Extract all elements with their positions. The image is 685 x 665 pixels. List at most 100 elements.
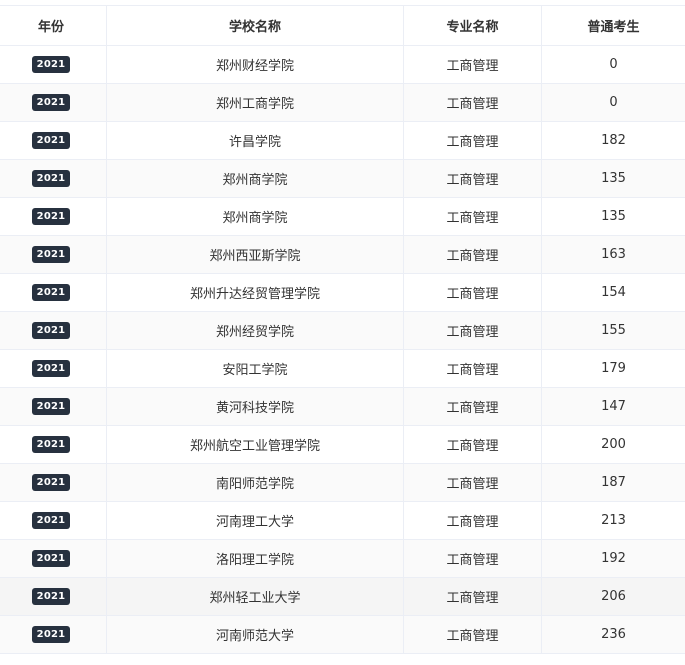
- school-cell: 郑州工商学院: [106, 83, 404, 122]
- year-badge: 2021: [31, 56, 71, 73]
- table-row: 2021 郑州升达经贸管理学院 工商管理 154: [0, 273, 685, 312]
- table-row: 2021 安阳工学院 工商管理 179: [0, 349, 685, 388]
- year-cell: 2021: [0, 577, 107, 616]
- year-badge: 2021: [31, 474, 71, 491]
- school-cell: 河南理工大学: [106, 501, 404, 540]
- year-badge: 2021: [31, 94, 71, 111]
- year-badge: 2021: [31, 550, 71, 567]
- count-cell: 0: [541, 45, 685, 84]
- year-cell: 2021: [0, 387, 107, 426]
- year-cell: 2021: [0, 463, 107, 502]
- column-header-regular-candidates: 普通考生: [541, 5, 685, 46]
- school-cell: 郑州商学院: [106, 159, 404, 198]
- year-cell: 2021: [0, 425, 107, 464]
- major-cell: 工商管理: [403, 387, 542, 426]
- table-row: 2021 郑州西亚斯学院 工商管理 163: [0, 235, 685, 274]
- count-cell: 135: [541, 197, 685, 236]
- column-header-year: 年份: [0, 5, 107, 46]
- major-cell: 工商管理: [403, 273, 542, 312]
- school-cell: 河南师范大学: [106, 615, 404, 654]
- school-cell: 安阳工学院: [106, 349, 404, 388]
- table-row: 2021 洛阳理工学院 工商管理 192: [0, 539, 685, 578]
- score-table-container: 年份 学校名称 专业名称 普通考生 2021 郑州财经学院 工商管理 0 202…: [0, 5, 685, 658]
- major-cell: 工商管理: [403, 121, 542, 160]
- year-badge: 2021: [31, 246, 71, 263]
- year-badge: 2021: [31, 398, 71, 415]
- table-row: 2021 南阳师范学院 工商管理 187: [0, 463, 685, 502]
- year-badge: 2021: [31, 588, 71, 605]
- school-cell: 郑州商学院: [106, 197, 404, 236]
- school-cell: 郑州经贸学院: [106, 311, 404, 350]
- score-table: 年份 学校名称 专业名称 普通考生 2021 郑州财经学院 工商管理 0 202…: [0, 5, 685, 654]
- table-row: 2021 郑州工商学院 工商管理 0: [0, 83, 685, 122]
- header-row: 年份 学校名称 专业名称 普通考生: [0, 5, 685, 46]
- year-cell: 2021: [0, 501, 107, 540]
- major-cell: 工商管理: [403, 463, 542, 502]
- school-cell: 郑州西亚斯学院: [106, 235, 404, 274]
- count-cell: 147: [541, 387, 685, 426]
- year-cell: 2021: [0, 311, 107, 350]
- major-cell: 工商管理: [403, 615, 542, 654]
- year-cell: 2021: [0, 273, 107, 312]
- column-header-school: 学校名称: [106, 5, 404, 46]
- year-cell: 2021: [0, 159, 107, 198]
- count-cell: 155: [541, 311, 685, 350]
- column-header-major: 专业名称: [403, 5, 542, 46]
- year-badge: 2021: [31, 512, 71, 529]
- year-cell: 2021: [0, 45, 107, 84]
- school-cell: 郑州财经学院: [106, 45, 404, 84]
- count-cell: 179: [541, 349, 685, 388]
- year-cell: 2021: [0, 235, 107, 274]
- count-cell: 187: [541, 463, 685, 502]
- count-cell: 154: [541, 273, 685, 312]
- school-cell: 许昌学院: [106, 121, 404, 160]
- table-row: 2021 郑州商学院 工商管理 135: [0, 159, 685, 198]
- major-cell: 工商管理: [403, 83, 542, 122]
- year-cell: 2021: [0, 349, 107, 388]
- count-cell: 236: [541, 615, 685, 654]
- major-cell: 工商管理: [403, 425, 542, 464]
- year-badge: 2021: [31, 208, 71, 225]
- year-badge: 2021: [31, 360, 71, 377]
- year-cell: 2021: [0, 121, 107, 160]
- count-cell: 182: [541, 121, 685, 160]
- major-cell: 工商管理: [403, 539, 542, 578]
- count-cell: 192: [541, 539, 685, 578]
- count-cell: 200: [541, 425, 685, 464]
- year-badge: 2021: [31, 284, 71, 301]
- table-header: 年份 学校名称 专业名称 普通考生: [0, 5, 685, 46]
- table-row: 2021 郑州航空工业管理学院 工商管理 200: [0, 425, 685, 464]
- count-cell: 213: [541, 501, 685, 540]
- school-cell: 郑州升达经贸管理学院: [106, 273, 404, 312]
- major-cell: 工商管理: [403, 311, 542, 350]
- school-cell: 洛阳理工学院: [106, 539, 404, 578]
- table-row: 2021 郑州经贸学院 工商管理 155: [0, 311, 685, 350]
- table-row: 2021 郑州轻工业大学 工商管理 206: [0, 577, 685, 616]
- year-cell: 2021: [0, 197, 107, 236]
- table-row: 2021 黄河科技学院 工商管理 147: [0, 387, 685, 426]
- school-cell: 郑州轻工业大学: [106, 577, 404, 616]
- major-cell: 工商管理: [403, 235, 542, 274]
- table-row: 2021 郑州商学院 工商管理 135: [0, 197, 685, 236]
- year-badge: 2021: [31, 436, 71, 453]
- year-cell: 2021: [0, 615, 107, 654]
- year-cell: 2021: [0, 539, 107, 578]
- major-cell: 工商管理: [403, 159, 542, 198]
- major-cell: 工商管理: [403, 501, 542, 540]
- major-cell: 工商管理: [403, 577, 542, 616]
- count-cell: 206: [541, 577, 685, 616]
- major-cell: 工商管理: [403, 197, 542, 236]
- year-badge: 2021: [31, 170, 71, 187]
- year-cell: 2021: [0, 83, 107, 122]
- count-cell: 163: [541, 235, 685, 274]
- major-cell: 工商管理: [403, 349, 542, 388]
- school-cell: 黄河科技学院: [106, 387, 404, 426]
- count-cell: 0: [541, 83, 685, 122]
- school-cell: 南阳师范学院: [106, 463, 404, 502]
- year-badge: 2021: [31, 626, 71, 643]
- table-row: 2021 河南理工大学 工商管理 213: [0, 501, 685, 540]
- table-body: 2021 郑州财经学院 工商管理 0 2021 郑州工商学院 工商管理 0 20…: [0, 45, 685, 654]
- year-badge: 2021: [31, 322, 71, 339]
- count-cell: 135: [541, 159, 685, 198]
- year-badge: 2021: [31, 132, 71, 149]
